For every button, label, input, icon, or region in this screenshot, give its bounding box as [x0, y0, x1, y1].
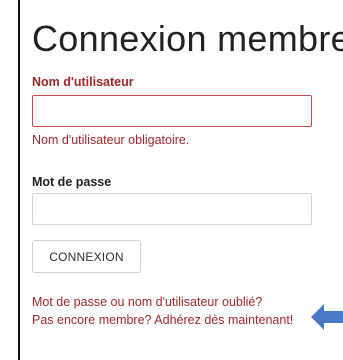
join-now-link[interactable]: Pas encore membre? Adhérez dès maintenan… — [32, 311, 297, 329]
page-title: Connexion membre — [32, 18, 343, 59]
password-input[interactable] — [32, 193, 312, 225]
username-input[interactable] — [32, 95, 312, 127]
username-label: Nom d'utilisateur — [32, 75, 134, 89]
password-label: Mot de passe — [32, 175, 112, 189]
username-error-message: Nom d'utilisateur obligatoire. — [32, 133, 190, 147]
forgot-credentials-link[interactable]: Mot de passe ou nom d'utilisateur oublié… — [32, 293, 262, 311]
arrow-left-icon — [311, 304, 343, 330]
connexion-button[interactable]: CONNEXION — [32, 240, 141, 273]
